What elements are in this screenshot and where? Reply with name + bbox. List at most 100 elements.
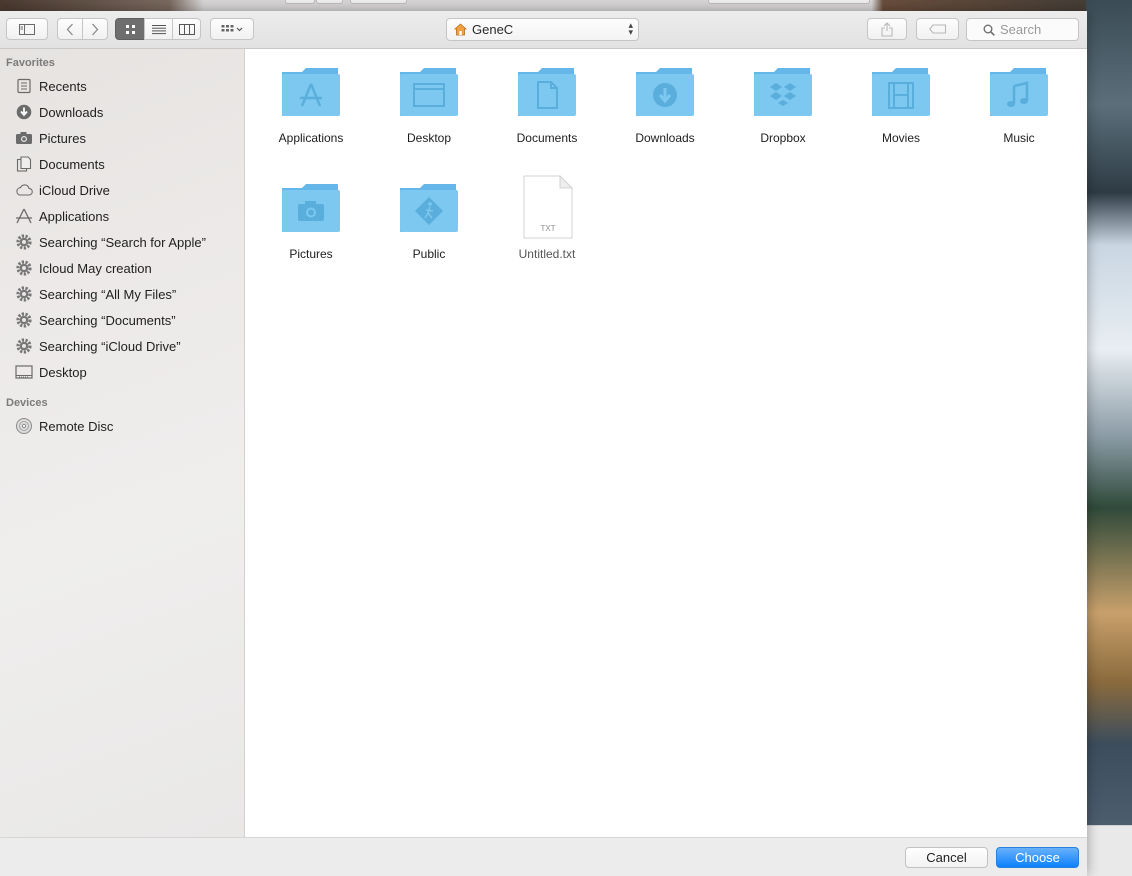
sidebar-toggle-button[interactable]: [6, 18, 48, 40]
grid-arrange-icon: [221, 24, 243, 31]
sidebar-item-recents[interactable]: Recents: [15, 75, 87, 97]
file-label: Music: [1003, 131, 1035, 145]
sidebar-item-pictures[interactable]: Pictures: [15, 127, 86, 149]
desktop-background-photo: [1086, 0, 1132, 875]
file-label: Documents: [516, 131, 578, 145]
chevron-left-icon: [66, 23, 73, 35]
sidebar-item-applications[interactable]: Applications: [15, 205, 109, 227]
sidebar-item-label: Icloud May creation: [39, 260, 152, 276]
sidebar-item-smart-documents[interactable]: Searching “Documents”: [15, 309, 176, 331]
folder-documents-icon: [518, 68, 576, 116]
arrange-menu-button[interactable]: [210, 18, 254, 40]
downloads-icon: [15, 103, 33, 121]
back-button[interactable]: [57, 18, 83, 40]
chevron-right-icon: [92, 23, 99, 35]
share-icon: [881, 21, 893, 37]
updown-chevron-icon: ▴ ▾: [628, 20, 633, 37]
file-item-applications[interactable]: Applications: [252, 64, 370, 145]
file-item-public[interactable]: Public: [370, 180, 488, 261]
sidebar-icon: [19, 23, 35, 35]
tag-button[interactable]: [916, 18, 959, 40]
dialog-button-bar: Cancel Choose: [0, 837, 1087, 876]
file-label: Pictures: [289, 247, 333, 261]
search-icon: [983, 24, 995, 36]
share-button[interactable]: [867, 18, 907, 40]
gear-icon: [15, 233, 33, 251]
sidebar-item-desktop[interactable]: Desktop: [15, 361, 87, 383]
file-item-music[interactable]: Music: [960, 64, 1078, 145]
file-type-badge: TXT: [540, 224, 555, 233]
favorites-header: Favorites: [6, 57, 55, 69]
forward-button[interactable]: [82, 18, 108, 40]
folder-pictures-icon: [282, 184, 340, 232]
path-popup[interactable]: GeneC ▴ ▾: [446, 18, 639, 41]
file-item-downloads[interactable]: Downloads: [606, 64, 724, 145]
file-label: Applications: [278, 131, 344, 145]
desktop-icon: [15, 363, 33, 381]
cloud-icon: [15, 181, 33, 199]
file-item-documents[interactable]: Documents: [488, 64, 606, 145]
sidebar-item-documents[interactable]: Documents: [15, 153, 105, 175]
sidebar-item-smart-search-apple[interactable]: Searching “Search for Apple”: [15, 231, 206, 253]
column-view-button[interactable]: [172, 18, 201, 40]
home-icon: [454, 23, 467, 36]
documents-icon: [15, 155, 33, 173]
file-item-dropbox[interactable]: Dropbox: [724, 64, 842, 145]
sidebar-item-downloads[interactable]: Downloads: [15, 101, 103, 123]
folder-music-icon: [990, 68, 1048, 116]
file-item-desktop[interactable]: Desktop: [370, 64, 488, 145]
sidebar-item-smart-all-my-files[interactable]: Searching “All My Files”: [15, 283, 176, 305]
search-placeholder: Search: [1000, 22, 1042, 37]
view-mode-control: [115, 18, 201, 40]
gear-icon: [15, 337, 33, 355]
sidebar-item-label: Desktop: [39, 364, 87, 380]
file-item-pictures[interactable]: Pictures: [252, 180, 370, 261]
sidebar: Favorites Recents Downloads Pictures Doc…: [0, 49, 245, 837]
toolbar: GeneC ▴ ▾ Search: [0, 11, 1087, 49]
open-file-dialog: GeneC ▴ ▾ Search Favorites Recents Downlo…: [0, 11, 1087, 876]
path-label: GeneC: [472, 22, 514, 37]
gear-icon: [15, 285, 33, 303]
gear-icon: [15, 311, 33, 329]
sidebar-item-label: Downloads: [39, 104, 104, 120]
file-label: Public: [412, 247, 446, 261]
sidebar-item-smart-icloud-may[interactable]: Icloud May creation: [15, 257, 152, 279]
camera-icon: [15, 129, 33, 147]
file-label: Untitled.txt: [518, 247, 576, 261]
cancel-button[interactable]: Cancel: [905, 847, 988, 868]
file-item-movies[interactable]: Movies: [842, 64, 960, 145]
folder-public-icon: [400, 184, 458, 232]
search-input[interactable]: Search: [966, 18, 1079, 41]
background-window-fragment: [1086, 825, 1132, 876]
file-label: Desktop: [406, 131, 452, 145]
folder-dropbox-icon: [754, 68, 812, 116]
gear-icon: [15, 259, 33, 277]
sidebar-item-label: Remote Disc: [39, 418, 114, 434]
folder-movies-icon: [872, 68, 930, 116]
file-browser-icon-view: Applications Desktop Documents Downloads: [245, 49, 1087, 837]
sidebar-item-label: Searching “Search for Apple”: [39, 234, 206, 250]
file-item-untitled-txt[interactable]: TXT Untitled.txt: [488, 174, 606, 261]
columns-icon: [178, 23, 195, 35]
sidebar-item-icloud-drive[interactable]: iCloud Drive: [15, 179, 110, 201]
sidebar-item-label: Recents: [39, 78, 87, 94]
devices-header: Devices: [6, 397, 48, 409]
file-label: Dropbox: [760, 131, 806, 145]
text-file-icon: TXT: [523, 174, 574, 239]
sidebar-item-smart-icloud-drive[interactable]: Searching “iCloud Drive”: [15, 335, 181, 357]
disc-icon: [15, 417, 33, 435]
sidebar-item-label: Applications: [39, 208, 110, 224]
choose-button[interactable]: Choose: [996, 847, 1079, 868]
sidebar-item-label: iCloud Drive: [39, 182, 110, 198]
list-icon: [151, 24, 166, 34]
list-view-button[interactable]: [144, 18, 173, 40]
icon-view-button[interactable]: [115, 18, 145, 40]
file-label: Movies: [881, 131, 920, 145]
tag-icon: [928, 24, 946, 34]
sidebar-item-label: Searching “iCloud Drive”: [39, 338, 181, 354]
sidebar-item-remote-disc[interactable]: Remote Disc: [15, 415, 113, 437]
applications-icon: [15, 207, 33, 225]
file-label: Downloads: [635, 131, 695, 145]
sidebar-item-label: Searching “Documents”: [39, 312, 176, 328]
sidebar-item-label: Searching “All My Files”: [39, 286, 177, 302]
